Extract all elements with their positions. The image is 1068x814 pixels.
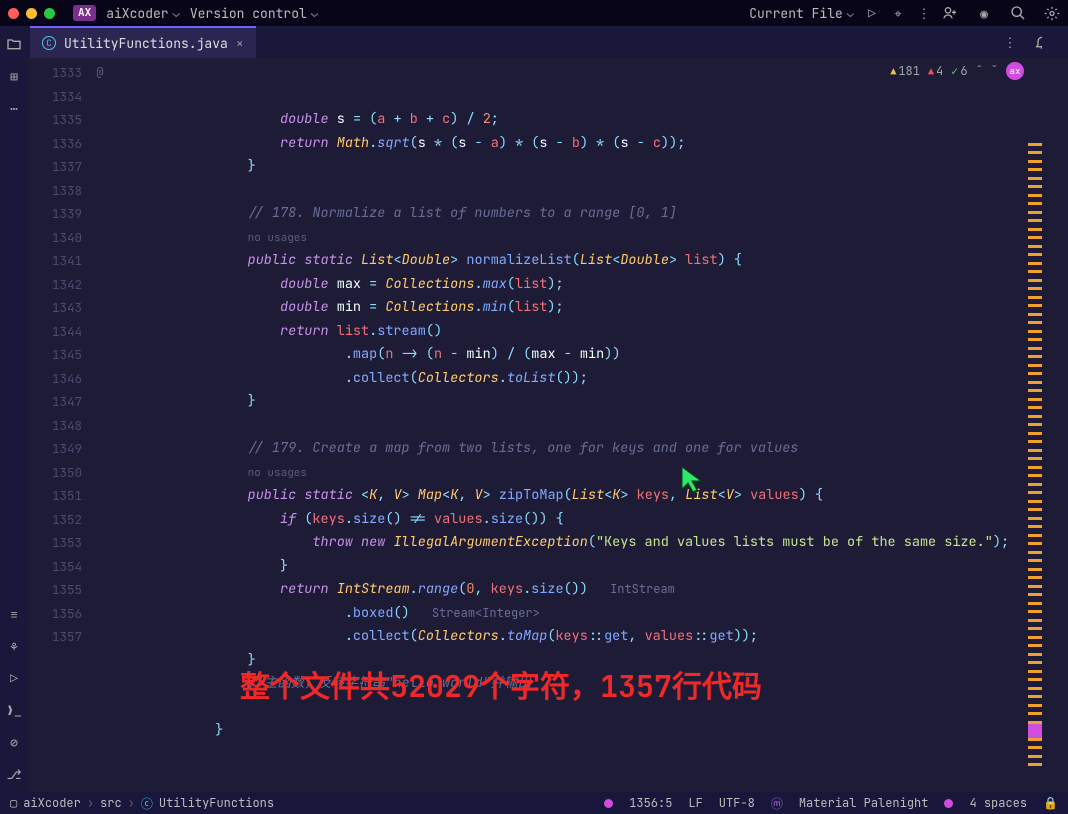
project-tool-icon[interactable]: [6, 36, 22, 52]
terminal-tool-icon[interactable]: ❯_: [6, 702, 22, 718]
line-separator[interactable]: LF: [688, 795, 702, 811]
code-line[interactable]: }: [118, 390, 1068, 414]
app-badge: AX: [73, 5, 96, 21]
code-line[interactable]: no usages: [118, 461, 1068, 485]
code-line[interactable]: return list.stream(): [118, 320, 1068, 344]
error-stripe[interactable]: [1028, 143, 1042, 768]
crumb-icon: ▢: [10, 795, 17, 811]
code-line[interactable]: public static <K, V> Map<K, V> zipToMap(…: [118, 484, 1068, 508]
breadcrumb[interactable]: ▢ aiXcoder › src › ⓒ UtilityFunctions: [10, 795, 274, 812]
git-tool-icon[interactable]: ⎇: [6, 766, 22, 782]
menu-icon[interactable]: ≡: [6, 606, 22, 622]
vcs-dropdown[interactable]: Version control: [190, 5, 318, 22]
errors-count[interactable]: 4: [928, 63, 943, 79]
settings-icon[interactable]: [1044, 5, 1060, 21]
overlay-annotation: 整个文件共52029个字符，1357行代码: [240, 675, 762, 699]
minimize-window-icon[interactable]: [26, 8, 37, 19]
code-line[interactable]: }: [118, 155, 1068, 179]
file-encoding[interactable]: UTF-8: [719, 795, 755, 811]
next-highlight-icon[interactable]: ˇ: [991, 63, 998, 79]
code-line[interactable]: // 179. Create a map from two lists, one…: [118, 437, 1068, 461]
ai-tool-icon[interactable]: ⚘: [6, 638, 22, 654]
indent-setting[interactable]: 4 spaces: [969, 795, 1027, 811]
ok-count[interactable]: 6: [951, 63, 967, 79]
left-toolwindow-bar: ⊞ ⋯ ≡ ⚘ ▷ ❯_ ⊘ ⎇: [0, 26, 28, 792]
tab-filename: UtilityFunctions.java: [64, 35, 228, 52]
prev-highlight-icon[interactable]: ˆ: [976, 63, 983, 79]
code-line[interactable]: .map(n -> (n - min) / (max - min)): [118, 343, 1068, 367]
close-tab-icon[interactable]: ×: [236, 35, 244, 52]
code-line[interactable]: }: [118, 719, 1068, 743]
theme-name[interactable]: Material Palenight: [799, 795, 929, 811]
ai-avatar-icon[interactable]: ax: [1006, 62, 1024, 80]
titlebar: AX aiXcoder Version control Current File…: [0, 0, 1068, 26]
statusbar: ▢ aiXcoder › src › ⓒ UtilityFunctions 13…: [0, 792, 1068, 814]
add-user-icon[interactable]: [942, 5, 958, 21]
more-icon[interactable]: ⋮: [916, 5, 932, 21]
debug-icon[interactable]: ⌖: [890, 5, 906, 21]
warnings-count[interactable]: 181: [890, 63, 920, 79]
code-line[interactable]: }: [118, 555, 1068, 579]
code-line[interactable]: .collect(Collectors.toMap(keys::get, val…: [118, 625, 1068, 649]
code-line[interactable]: double max = Collections.max(list);: [118, 273, 1068, 297]
code-line[interactable]: [118, 179, 1068, 203]
crumb-project[interactable]: aiXcoder: [23, 795, 81, 811]
search-icon[interactable]: [1010, 5, 1026, 21]
lock-icon[interactable]: 🔒: [1043, 795, 1058, 811]
fullscreen-window-icon[interactable]: [44, 8, 55, 19]
code-line[interactable]: double s = (a + b + c) / 2;: [118, 108, 1068, 132]
run-config-dropdown[interactable]: Current File: [749, 5, 854, 22]
code-area[interactable]: double s = (a + b + c) / 2; return Math.…: [110, 58, 1068, 792]
more-tools-icon[interactable]: ⋯: [6, 100, 22, 116]
plugin-indicator-icon[interactable]: [604, 799, 613, 808]
code-line[interactable]: return IntStream.range(0, keys.size()) I…: [118, 578, 1068, 602]
java-file-icon: C: [42, 36, 56, 50]
code-line[interactable]: [118, 414, 1068, 438]
run-icon[interactable]: ▷: [864, 5, 880, 21]
code-line[interactable]: throw new IllegalArgumentException("Keys…: [118, 531, 1068, 555]
inspection-summary[interactable]: 181 4 6 ˆ ˇ ax: [890, 62, 1024, 80]
code-line[interactable]: return Math.sqrt(s * (s - a) * (s - b) *…: [118, 132, 1068, 156]
code-line[interactable]: no usages: [118, 226, 1068, 250]
crumb-src[interactable]: src: [100, 795, 122, 811]
problems-tool-icon[interactable]: ⊘: [6, 734, 22, 750]
code-line[interactable]: // 178. Normalize a list of numbers to a…: [118, 202, 1068, 226]
close-window-icon[interactable]: [8, 8, 19, 19]
tabbar: C UtilityFunctions.java × ⋮: [0, 26, 1068, 58]
code-line[interactable]: if (keys.size() != values.size()) {: [118, 508, 1068, 532]
line-number-gutter: 1333133413351336133713381339134013411342…: [40, 58, 90, 792]
run-tool-icon[interactable]: ▷: [6, 670, 22, 686]
code-line[interactable]: double min = Collections.min(list);: [118, 296, 1068, 320]
code-line[interactable]: public static List<Double> normalizeList…: [118, 249, 1068, 273]
record-icon[interactable]: ◉: [976, 5, 992, 21]
tab-more-icon[interactable]: ⋮: [1002, 34, 1018, 50]
structure-tool-icon[interactable]: ⊞: [6, 68, 22, 84]
editor-tab[interactable]: C UtilityFunctions.java ×: [30, 26, 256, 58]
code-line[interactable]: .collect(Collectors.toList());: [118, 367, 1068, 391]
gutter-marks: @: [90, 58, 110, 792]
window-controls: [8, 8, 55, 19]
editor[interactable]: 1333133413351336133713381339134013411342…: [28, 58, 1068, 792]
theme-indicator-icon: ⓜ: [771, 795, 783, 812]
status-dot-icon[interactable]: [944, 799, 953, 808]
code-line[interactable]: .boxed() Stream<Integer>: [118, 602, 1068, 626]
project-dropdown[interactable]: aiXcoder: [106, 5, 180, 22]
crumb-class[interactable]: UtilityFunctions: [159, 795, 274, 811]
caret-position[interactable]: 1356:5: [629, 795, 672, 811]
